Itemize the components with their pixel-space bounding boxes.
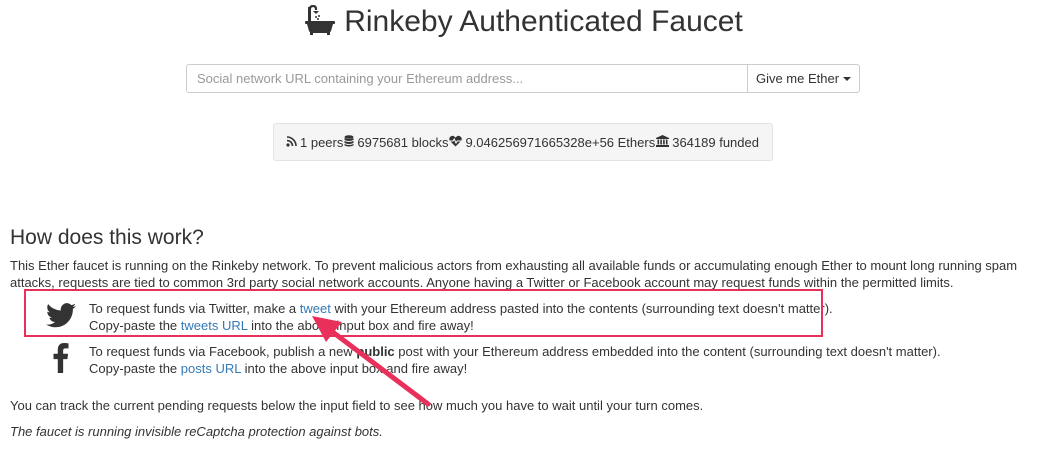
social-url-input[interactable]: [186, 64, 747, 93]
bathtub-icon: [304, 4, 336, 46]
peers-count: 1 peers: [300, 134, 344, 150]
twitter-line-2-start: Copy-paste the: [89, 318, 181, 333]
facebook-line-1: To request funds via Facebook, publish a…: [89, 343, 941, 360]
tweets-url-link[interactable]: tweets URL: [181, 318, 248, 333]
facebook-line-1-start: To request funds via Facebook, publish a…: [89, 344, 357, 359]
how-heading: How does this work?: [10, 226, 204, 249]
blocks-count: 6975681 blocks: [357, 134, 449, 150]
title-text: Rinkeby Authenticated Faucet: [344, 5, 743, 38]
facebook-line-2: Copy-paste the posts URL into the above …: [89, 360, 467, 377]
ethers-amount: 9.046256971665328e+56 Ethers: [465, 134, 656, 150]
page-title: Rinkeby Authenticated Faucet: [0, 2, 1047, 46]
twitter-line-1-start: To request funds via Twitter, make a: [89, 301, 300, 316]
facebook-icon: [44, 343, 78, 376]
caret-down-icon: [843, 76, 852, 81]
track-requests-text: You can track the current pending reques…: [10, 398, 704, 413]
database-icon: [344, 134, 354, 150]
tweet-link[interactable]: tweet: [300, 301, 331, 316]
facebook-line-2-end: into the above input box and fire away!: [241, 361, 468, 376]
intro-paragraph: This Ether faucet is running on the Rink…: [10, 258, 1018, 290]
rss-icon: [286, 135, 297, 150]
twitter-icon: [44, 303, 78, 331]
facebook-line-1-end: post with your Ethereum address embedded…: [394, 344, 941, 359]
twitter-line-2: Copy-paste the tweets URL into the above…: [89, 317, 474, 334]
give-me-ether-label: Give me Ether: [755, 71, 840, 86]
heartbeat-icon: [449, 135, 463, 150]
recaptcha-note: The faucet is running invisible reCaptch…: [10, 424, 383, 439]
request-form: Give me Ether: [186, 64, 860, 93]
twitter-line-1-end: with your Ethereum address pasted into t…: [330, 301, 833, 316]
public-emphasis: public: [356, 344, 395, 359]
twitter-line-1: To request funds via Twitter, make a twe…: [89, 300, 833, 317]
network-stats: 1 peers 6975681 blocks 9.046256971665328…: [273, 123, 773, 161]
posts-url-link[interactable]: posts URL: [181, 361, 241, 376]
give-me-ether-button[interactable]: Give me Ether: [747, 64, 860, 93]
twitter-line-2-end: into the above input box and fire away!: [247, 318, 474, 333]
funded-count: 364189 funded: [672, 134, 759, 150]
facebook-line-2-start: Copy-paste the: [89, 361, 181, 376]
bank-icon: [656, 134, 670, 150]
